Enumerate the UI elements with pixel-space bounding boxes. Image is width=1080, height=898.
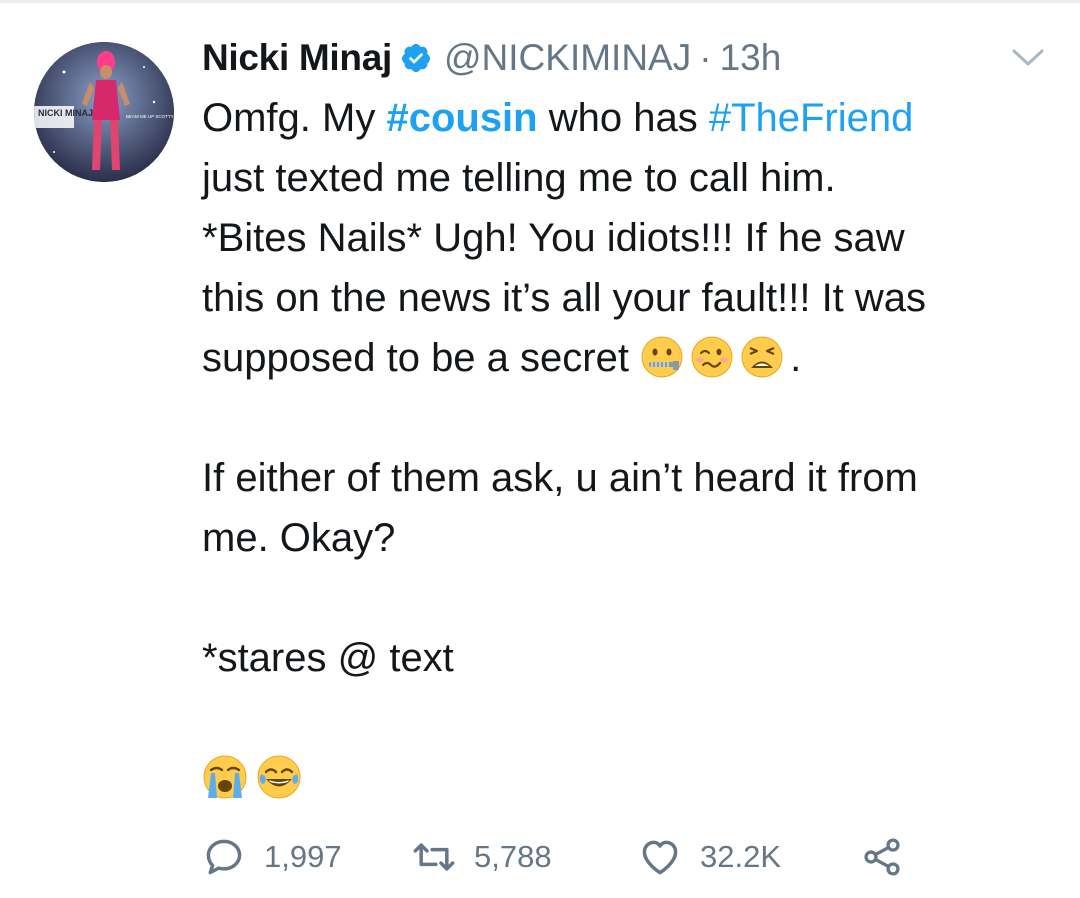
trailing-period: . — [790, 336, 802, 380]
hashtag-link[interactable]: #cousin — [386, 96, 537, 140]
user-handle[interactable]: @NICKIMINAJ — [444, 37, 691, 79]
like-button[interactable]: 32.2K — [638, 835, 860, 879]
reply-icon — [206, 839, 242, 875]
hashtag-link[interactable]: #TheFriend — [709, 96, 914, 140]
zipper-mouth-face-icon — [641, 336, 683, 378]
tweet-text-segment: who has — [537, 96, 709, 140]
woozy-face-icon — [691, 336, 733, 378]
retweet-icon — [413, 843, 455, 871]
share-button[interactable] — [860, 835, 904, 879]
tweet-text: Omfg. My #cousin who has #TheFriend just… — [202, 88, 1052, 688]
tweet-line: supposed to be a secret . — [202, 328, 1052, 388]
verified-badge-icon — [401, 44, 430, 72]
tweet-line: *stares @ text — [202, 636, 454, 680]
timestamp[interactable]: 13h — [720, 37, 782, 79]
avatar[interactable]: NICKI MINAJ BEAM ME UP SCOTTY — [34, 42, 174, 182]
avatar-subtext: BEAM ME UP SCOTTY — [126, 114, 174, 119]
tweet-header: Nicki Minaj @NICKIMINAJ · 13h — [202, 30, 781, 86]
share-icon — [864, 838, 900, 876]
tweet-line: If either of them ask, u ain’t heard it … — [202, 456, 918, 500]
heart-icon — [642, 840, 678, 875]
retweet-button[interactable]: 5,788 — [412, 835, 638, 879]
separator-dot: · — [699, 37, 712, 78]
display-name[interactable]: Nicki Minaj — [202, 37, 392, 79]
tweet-text-segment: supposed to be a secret — [202, 336, 641, 380]
retweet-count: 5,788 — [474, 839, 552, 874]
tweet: NICKI MINAJ BEAM ME UP SCOTTY Nicki Mina… — [0, 0, 1080, 898]
tweet-actions: 1,997 5,788 32.2K — [202, 834, 904, 880]
tweet-line: *Bites Nails* Ugh! You idiots!!! If he s… — [202, 216, 905, 260]
reply-button[interactable]: 1,997 — [202, 835, 412, 879]
reply-count: 1,997 — [264, 839, 342, 874]
loudly-crying-face-icon — [203, 755, 247, 799]
tweet-text-segment: Omfg. My — [202, 96, 387, 140]
emoji-row — [202, 754, 310, 804]
avatar-image: NICKI MINAJ BEAM ME UP SCOTTY — [34, 42, 174, 182]
tweet-line: me. Okay? — [202, 516, 396, 560]
like-count: 32.2K — [700, 839, 782, 874]
tears-of-joy-face-icon — [257, 755, 301, 799]
tweet-line: this on the news it’s all your fault!!! … — [202, 276, 927, 320]
tweet-line: just texted me telling me to call him. — [202, 156, 836, 200]
avatar-logo-text: NICKI MINAJ — [38, 108, 93, 118]
chevron-down-icon[interactable] — [1008, 42, 1048, 72]
tired-face-icon — [741, 336, 783, 378]
tweet-line: Omfg. My #cousin who has #TheFriend — [202, 88, 1052, 148]
